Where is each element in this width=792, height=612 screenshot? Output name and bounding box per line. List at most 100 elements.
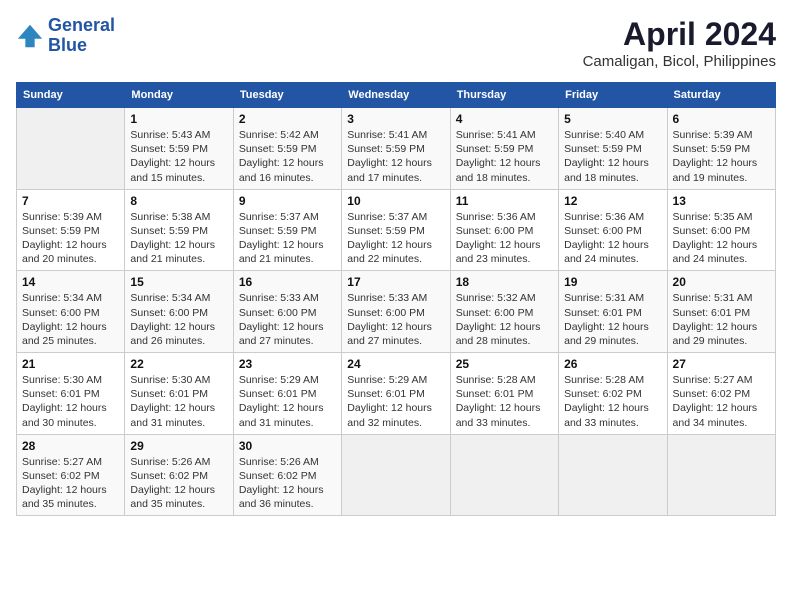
calendar-cell: 26 Sunrise: 5:28 AMSunset: 6:02 PMDayligh… [559, 353, 667, 435]
day-number: 26 [564, 357, 661, 371]
month-year: April 2024 [583, 16, 776, 53]
day-number: 12 [564, 194, 661, 208]
calendar-cell: 17Sunrise: 5:33 AMSunset: 6:00 PMDayligh… [342, 271, 450, 353]
day-number: 11 [456, 194, 553, 208]
week-row-5: 28 Sunrise: 5:27 AMSunset: 6:02 PMDayligh… [17, 434, 776, 516]
header-day-friday: Friday [559, 83, 667, 108]
day-number: 25 [456, 357, 553, 371]
calendar-cell: 7 Sunrise: 5:39 AMSunset: 5:59 PMDaylight… [17, 189, 125, 271]
header-day-wednesday: Wednesday [342, 83, 450, 108]
calendar-cell: 14Sunrise: 5:34 AMSunset: 6:00 PMDayligh… [17, 271, 125, 353]
calendar-cell: 11 Sunrise: 5:36 AMSunset: 6:00 PMDayligh… [450, 189, 558, 271]
day-number: 5 [564, 112, 661, 126]
day-number: 10 [347, 194, 444, 208]
calendar-cell: 21Sunrise: 5:30 AMSunset: 6:01 PMDayligh… [17, 353, 125, 435]
calendar-cell: 8Sunrise: 5:38 AMSunset: 5:59 PMDaylight… [125, 189, 233, 271]
day-info: Sunrise: 5:35 AMSunset: 6:00 PMDaylight:… [673, 210, 770, 267]
header-row: SundayMondayTuesdayWednesdayThursdayFrid… [17, 83, 776, 108]
calendar-cell [450, 434, 558, 516]
day-info: Sunrise: 5:33 AMSunset: 6:00 PMDaylight:… [239, 291, 336, 348]
calendar-cell [17, 108, 125, 190]
calendar-cell: 18Sunrise: 5:32 AMSunset: 6:00 PMDayligh… [450, 271, 558, 353]
day-info: Sunrise: 5:36 AMSunset: 6:00 PMDaylight:… [564, 210, 661, 267]
day-number: 4 [456, 112, 553, 126]
calendar-cell: 1Sunrise: 5:43 AMSunset: 5:59 PMDaylight… [125, 108, 233, 190]
day-number: 6 [673, 112, 770, 126]
day-info: Sunrise: 5:28 AMSunset: 6:02 PMDaylight:… [564, 373, 661, 430]
day-info: Sunrise: 5:29 AMSunset: 6:01 PMDaylight:… [239, 373, 336, 430]
day-info: Sunrise: 5:34 AMSunset: 6:00 PMDaylight:… [130, 291, 227, 348]
title-block: April 2024 Camaligan, Bicol, Philippines [583, 16, 776, 70]
day-number: 18 [456, 275, 553, 289]
calendar-cell: 5 Sunrise: 5:40 AMSunset: 5:59 PMDaylight… [559, 108, 667, 190]
header-day-sunday: Sunday [17, 83, 125, 108]
day-info: Sunrise: 5:40 AMSunset: 5:59 PMDaylight:… [564, 128, 661, 185]
day-number: 24 [347, 357, 444, 371]
calendar-cell: 12 Sunrise: 5:36 AMSunset: 6:00 PMDayligh… [559, 189, 667, 271]
calendar-cell: 30Sunrise: 5:26 AMSunset: 6:02 PMDayligh… [233, 434, 341, 516]
day-info: Sunrise: 5:27 AMSunset: 6:02 PMDaylight:… [22, 455, 119, 512]
week-row-4: 21Sunrise: 5:30 AMSunset: 6:01 PMDayligh… [17, 353, 776, 435]
calendar-cell: 24 Sunrise: 5:29 AMSunset: 6:01 PMDayligh… [342, 353, 450, 435]
day-number: 7 [22, 194, 119, 208]
day-info: Sunrise: 5:33 AMSunset: 6:00 PMDaylight:… [347, 291, 444, 348]
day-number: 22 [130, 357, 227, 371]
calendar-cell: 25 Sunrise: 5:28 AMSunset: 6:01 PMDayligh… [450, 353, 558, 435]
day-info: Sunrise: 5:31 AMSunset: 6:01 PMDaylight:… [673, 291, 770, 348]
calendar-cell: 9 Sunrise: 5:37 AMSunset: 5:59 PMDaylight… [233, 189, 341, 271]
day-info: Sunrise: 5:41 AMSunset: 5:59 PMDaylight:… [347, 128, 444, 185]
day-info: Sunrise: 5:39 AMSunset: 5:59 PMDaylight:… [673, 128, 770, 185]
calendar-cell: 10 Sunrise: 5:37 AMSunset: 5:59 PMDayligh… [342, 189, 450, 271]
day-info: Sunrise: 5:30 AMSunset: 6:01 PMDaylight:… [130, 373, 227, 430]
day-number: 1 [130, 112, 227, 126]
calendar-cell [342, 434, 450, 516]
calendar-cell [667, 434, 775, 516]
week-row-2: 7 Sunrise: 5:39 AMSunset: 5:59 PMDaylight… [17, 189, 776, 271]
day-number: 15 [130, 275, 227, 289]
calendar-cell: 2Sunrise: 5:42 AMSunset: 5:59 PMDaylight… [233, 108, 341, 190]
calendar-header: SundayMondayTuesdayWednesdayThursdayFrid… [17, 83, 776, 108]
day-number: 8 [130, 194, 227, 208]
logo-text: General Blue [48, 16, 115, 56]
day-info: Sunrise: 5:37 AMSunset: 5:59 PMDaylight:… [347, 210, 444, 267]
page-header: General Blue April 2024 Camaligan, Bicol… [16, 16, 776, 70]
calendar-cell: 4 Sunrise: 5:41 AMSunset: 5:59 PMDaylight… [450, 108, 558, 190]
day-info: Sunrise: 5:30 AMSunset: 6:01 PMDaylight:… [22, 373, 119, 430]
header-day-saturday: Saturday [667, 83, 775, 108]
header-day-monday: Monday [125, 83, 233, 108]
day-number: 27 [673, 357, 770, 371]
day-number: 20 [673, 275, 770, 289]
logo: General Blue [16, 16, 115, 56]
day-number: 30 [239, 439, 336, 453]
calendar-cell: 29Sunrise: 5:26 AMSunset: 6:02 PMDayligh… [125, 434, 233, 516]
header-day-thursday: Thursday [450, 83, 558, 108]
calendar-cell [559, 434, 667, 516]
day-number: 28 [22, 439, 119, 453]
day-number: 16 [239, 275, 336, 289]
day-info: Sunrise: 5:27 AMSunset: 6:02 PMDaylight:… [673, 373, 770, 430]
day-info: Sunrise: 5:37 AMSunset: 5:59 PMDaylight:… [239, 210, 336, 267]
day-info: Sunrise: 5:28 AMSunset: 6:01 PMDaylight:… [456, 373, 553, 430]
calendar-cell: 13 Sunrise: 5:35 AMSunset: 6:00 PMDayligh… [667, 189, 775, 271]
day-number: 9 [239, 194, 336, 208]
day-number: 29 [130, 439, 227, 453]
calendar-cell: 28 Sunrise: 5:27 AMSunset: 6:02 PMDayligh… [17, 434, 125, 516]
day-info: Sunrise: 5:31 AMSunset: 6:01 PMDaylight:… [564, 291, 661, 348]
calendar-cell: 15 Sunrise: 5:34 AMSunset: 6:00 PMDayligh… [125, 271, 233, 353]
calendar-cell: 3Sunrise: 5:41 AMSunset: 5:59 PMDaylight… [342, 108, 450, 190]
day-number: 13 [673, 194, 770, 208]
day-info: Sunrise: 5:36 AMSunset: 6:00 PMDaylight:… [456, 210, 553, 267]
calendar-cell: 20 Sunrise: 5:31 AMSunset: 6:01 PMDayligh… [667, 271, 775, 353]
day-number: 14 [22, 275, 119, 289]
calendar-body: 1Sunrise: 5:43 AMSunset: 5:59 PMDaylight… [17, 108, 776, 516]
calendar-table: SundayMondayTuesdayWednesdayThursdayFrid… [16, 82, 776, 516]
day-info: Sunrise: 5:41 AMSunset: 5:59 PMDaylight:… [456, 128, 553, 185]
calendar-cell: 6 Sunrise: 5:39 AMSunset: 5:59 PMDaylight… [667, 108, 775, 190]
day-info: Sunrise: 5:39 AMSunset: 5:59 PMDaylight:… [22, 210, 119, 267]
day-info: Sunrise: 5:29 AMSunset: 6:01 PMDaylight:… [347, 373, 444, 430]
calendar-cell: 16 Sunrise: 5:33 AMSunset: 6:00 PMDayligh… [233, 271, 341, 353]
day-info: Sunrise: 5:42 AMSunset: 5:59 PMDaylight:… [239, 128, 336, 185]
calendar-cell: 27 Sunrise: 5:27 AMSunset: 6:02 PMDayligh… [667, 353, 775, 435]
week-row-1: 1Sunrise: 5:43 AMSunset: 5:59 PMDaylight… [17, 108, 776, 190]
logo-icon [16, 22, 44, 50]
